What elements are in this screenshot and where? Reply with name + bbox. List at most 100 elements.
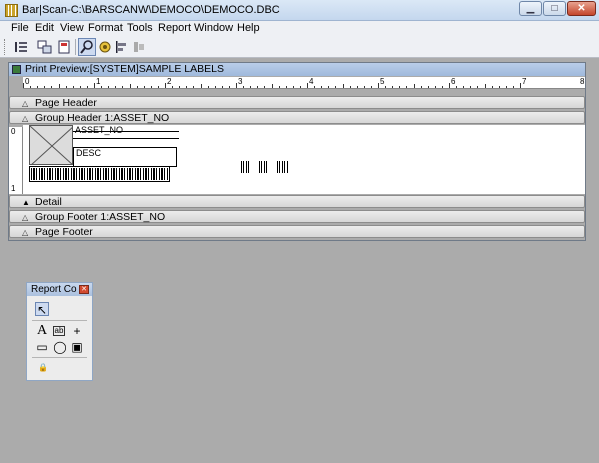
lock-icon[interactable]: 🔒 bbox=[36, 361, 50, 375]
ruler-tick bbox=[179, 86, 181, 88]
menu-tools[interactable]: Tools bbox=[127, 22, 153, 34]
ruler-tick bbox=[427, 86, 429, 88]
ruler-tick bbox=[307, 83, 308, 88]
barcode-frame bbox=[29, 166, 170, 182]
band-collapse-icon[interactable]: △ bbox=[22, 115, 28, 123]
ruler-tick bbox=[314, 86, 316, 88]
ruler-tick bbox=[157, 86, 159, 88]
ruler-tick bbox=[299, 86, 301, 88]
ruler-tick bbox=[86, 86, 88, 88]
ruler-tick bbox=[378, 83, 379, 88]
ruler-number: 4 bbox=[309, 77, 314, 86]
band-group-footer[interactable]: △ Group Footer 1:ASSET_NO bbox=[9, 210, 585, 223]
palette-title-bar[interactable]: Report Controls ✕ bbox=[27, 283, 92, 296]
ruler-tick bbox=[342, 84, 344, 88]
ruler-tick bbox=[264, 86, 266, 88]
first-icon[interactable] bbox=[12, 38, 30, 56]
align-icon[interactable] bbox=[113, 38, 131, 56]
ruler-tick bbox=[172, 86, 174, 88]
ruler-tick bbox=[214, 86, 216, 88]
palette-separator bbox=[32, 320, 87, 321]
line-tool-icon[interactable]: + bbox=[70, 324, 84, 338]
desc-field[interactable]: DESC bbox=[73, 147, 177, 167]
pointer-icon[interactable]: ↖ bbox=[35, 302, 49, 317]
rounded-rectangle-tool-icon[interactable]: ◯ bbox=[53, 340, 67, 354]
menu-file[interactable]: File bbox=[11, 22, 29, 34]
close-button[interactable]: ✕ bbox=[567, 1, 596, 16]
band-page-header[interactable]: △ Page Header bbox=[9, 96, 585, 109]
ruler-tick bbox=[285, 86, 287, 88]
print-setup-icon[interactable] bbox=[96, 38, 114, 56]
ruler-tick bbox=[250, 86, 252, 88]
ruler-tick bbox=[399, 86, 401, 88]
band-detail[interactable]: ▲ Detail bbox=[9, 195, 585, 208]
rectangle-tool-icon[interactable]: ▭ bbox=[35, 340, 49, 354]
band-group-header[interactable]: △ Group Header 1:ASSET_NO bbox=[9, 111, 585, 124]
barcode-fragment bbox=[241, 161, 251, 173]
menu-edit[interactable]: Edit bbox=[35, 22, 54, 34]
ruler-tick bbox=[58, 84, 60, 88]
divider-line bbox=[73, 138, 179, 139]
app-window: Bar|Scan-C:\BARSCANW\DEMOCO\DEMOCO.DBC ▁… bbox=[0, 0, 599, 463]
menu-help[interactable]: Help bbox=[237, 22, 260, 34]
menu-report[interactable]: Report bbox=[158, 22, 191, 34]
ruler-tick bbox=[363, 86, 365, 88]
ruler-tick bbox=[30, 86, 32, 88]
preview-icon bbox=[12, 65, 21, 74]
band-expand-icon[interactable]: ▲ bbox=[22, 199, 30, 207]
multi-page-icon[interactable] bbox=[36, 38, 54, 56]
band-collapse-icon[interactable]: △ bbox=[22, 214, 28, 222]
zoom-tools-icon[interactable] bbox=[78, 38, 96, 56]
band-label: Group Footer 1:ASSET_NO bbox=[35, 211, 166, 223]
asset-no-field[interactable]: ASSET_NO bbox=[73, 125, 179, 145]
ruler-number: 3 bbox=[238, 77, 243, 86]
ruler-tick bbox=[257, 86, 259, 88]
field-tool-icon[interactable]: ab bbox=[53, 326, 65, 336]
preview-title-bar[interactable]: Print Preview:[SYSTEM]SAMPLE LABELS bbox=[9, 63, 585, 76]
maximize-button[interactable]: □ bbox=[543, 1, 566, 16]
ruler-number: 5 bbox=[380, 77, 385, 86]
label-tool-icon[interactable]: A bbox=[35, 324, 49, 338]
minimize-button[interactable]: ▁ bbox=[519, 1, 542, 16]
band-collapse-icon[interactable]: △ bbox=[22, 100, 28, 108]
ruler-tick bbox=[79, 86, 81, 88]
ruler-tick bbox=[484, 84, 486, 88]
ruler-tick bbox=[51, 86, 53, 88]
ruler-tick bbox=[278, 86, 280, 88]
barcode-fragment bbox=[259, 161, 268, 173]
ruler-tick bbox=[108, 86, 110, 88]
ruler-tick bbox=[370, 86, 372, 88]
ruler-tick bbox=[505, 86, 507, 88]
ruler-tick bbox=[23, 83, 24, 88]
ruler-tick bbox=[349, 86, 351, 88]
band-page-footer[interactable]: △ Page Footer bbox=[9, 225, 585, 238]
band-collapse-icon[interactable]: △ bbox=[22, 229, 28, 237]
ruler-tick bbox=[186, 86, 188, 88]
ruler-tick bbox=[441, 86, 443, 88]
toolbar-grip[interactable] bbox=[4, 39, 7, 55]
ruler-number: 7 bbox=[522, 77, 527, 86]
barscan-app-icon bbox=[5, 4, 18, 17]
ruler-tick bbox=[292, 86, 294, 88]
ruler-tick bbox=[420, 86, 422, 88]
vruler-number: 1 bbox=[11, 184, 16, 193]
ruler-tick bbox=[392, 86, 394, 88]
barcode-image[interactable] bbox=[31, 168, 168, 180]
disabled-tool-icon[interactable] bbox=[130, 38, 148, 56]
page-icon[interactable] bbox=[55, 38, 73, 56]
ruler-number: 0 bbox=[25, 77, 30, 86]
ruler-tick bbox=[449, 83, 450, 88]
ruler-tick bbox=[150, 86, 152, 88]
barcode-fragment bbox=[277, 161, 288, 173]
ruler-number: 1 bbox=[96, 77, 101, 86]
ruler-tick bbox=[498, 86, 500, 88]
menu-format[interactable]: Format bbox=[88, 22, 123, 34]
menu-view[interactable]: View bbox=[60, 22, 84, 34]
menu-window[interactable]: Window bbox=[194, 22, 233, 34]
picture-placeholder-icon[interactable] bbox=[29, 125, 73, 165]
ruler-tick bbox=[143, 86, 145, 88]
ruler-tick bbox=[236, 83, 237, 88]
ruler-tick bbox=[165, 83, 166, 88]
picture-tool-icon[interactable]: ▣ bbox=[70, 340, 84, 354]
palette-close-button[interactable]: ✕ bbox=[79, 285, 89, 294]
